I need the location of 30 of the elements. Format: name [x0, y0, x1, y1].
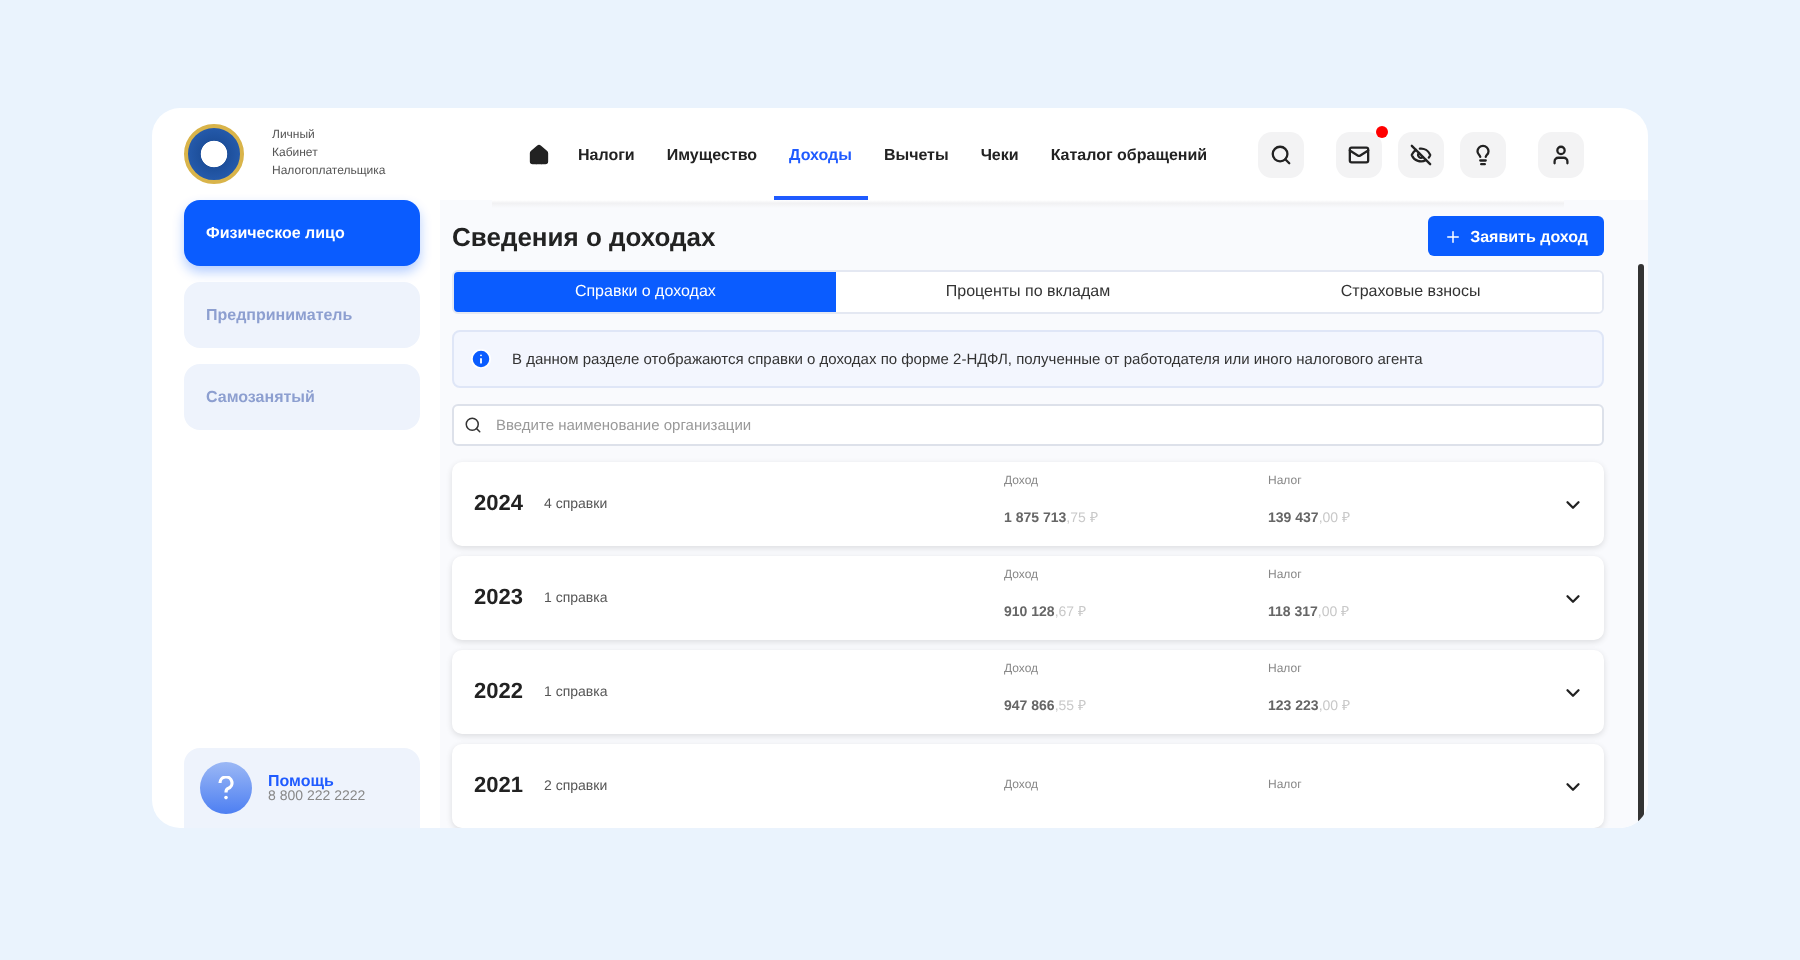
nav-link[interactable]: Вычеты — [867, 108, 965, 200]
search-icon — [464, 416, 482, 434]
year: 2021 — [474, 774, 525, 798]
nav-link[interactable]: Налоги — [562, 108, 651, 200]
emblem-logo-icon — [184, 124, 244, 184]
year: 2023 — [474, 586, 525, 610]
eye-off-icon — [1410, 143, 1432, 165]
year: 2022 — [474, 680, 525, 704]
year: 2024 — [474, 492, 525, 516]
user-button[interactable] — [1538, 131, 1584, 177]
mail-icon — [1348, 143, 1370, 165]
plus-icon — [1444, 227, 1463, 245]
search-button[interactable] — [1258, 131, 1304, 177]
page-title: Сведения о доходах — [452, 221, 716, 251]
info-icon — [470, 348, 492, 370]
mail-button[interactable] — [1336, 131, 1382, 177]
help-title: Помощь — [268, 772, 336, 790]
nav-link[interactable]: Чеки — [964, 108, 1035, 200]
search-icon — [1270, 143, 1292, 165]
eye-off-button[interactable] — [1398, 131, 1444, 177]
question-icon — [200, 762, 252, 814]
tab[interactable]: Справки о доходах — [454, 272, 837, 312]
bulb-button[interactable] — [1460, 131, 1506, 177]
home-icon[interactable] — [528, 143, 550, 165]
add-income-button[interactable]: Заявить доход — [1428, 216, 1604, 256]
bulb-icon — [1472, 143, 1494, 165]
nav-link[interactable]: Имущество — [650, 108, 774, 200]
user-icon — [1550, 143, 1572, 165]
nav-link[interactable]: Каталог обращений — [1034, 108, 1224, 200]
sidebar-item[interactable]: Физическое лицо — [184, 200, 420, 266]
